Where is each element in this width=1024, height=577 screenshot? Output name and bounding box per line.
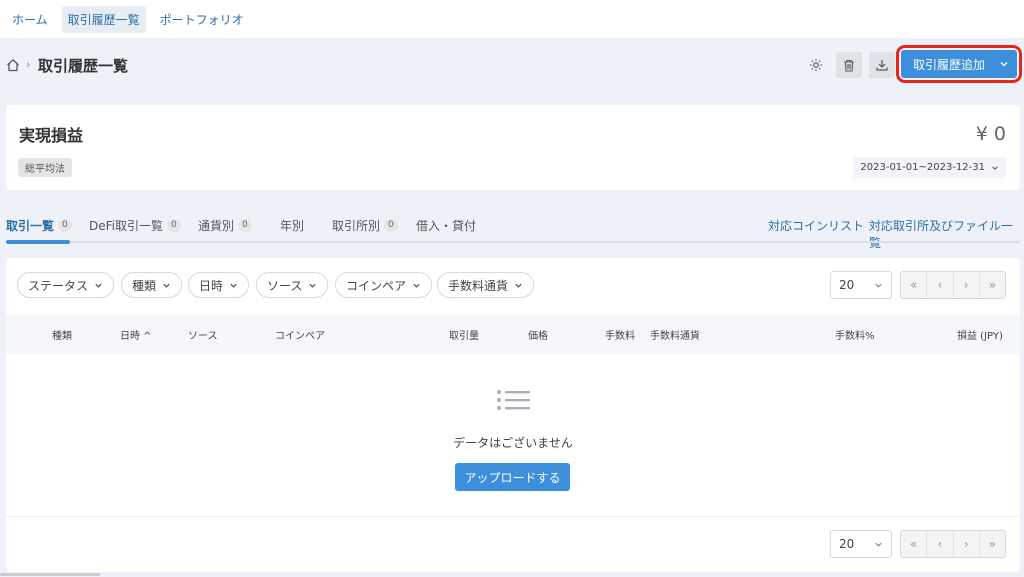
- filter-label: コインペア: [346, 278, 407, 293]
- tab-label: 通貨別: [198, 219, 235, 233]
- chevron-down-icon: [875, 283, 882, 288]
- pnl-title: 実現損益: [19, 126, 84, 145]
- supported-exchanges-link[interactable]: 対応取引所及びファイル一覧: [869, 217, 1024, 251]
- column-header-amount[interactable]: 取引量: [449, 327, 479, 342]
- realized-pnl-card: 実現損益 ¥ 0 総平均法 2023-01-01~2023-12-31: [6, 105, 1020, 190]
- chevron-down-icon: [992, 165, 998, 170]
- filter-status[interactable]: ステータス: [17, 272, 115, 298]
- prev-page-button[interactable]: ‹: [927, 272, 954, 298]
- filter-label: 手数料通貨: [448, 278, 509, 293]
- delete-button[interactable]: [836, 52, 862, 78]
- page-size-value: 20: [839, 278, 855, 292]
- empty-state-message: データはございません: [453, 436, 573, 450]
- add-button-highlight: 取引履歴追加: [896, 45, 1022, 83]
- first-page-button[interactable]: «: [901, 272, 928, 298]
- chevron-down-icon: [95, 283, 102, 288]
- next-page-button[interactable]: ›: [954, 531, 980, 557]
- column-header-pnl[interactable]: 損益 (JPY): [957, 327, 1003, 342]
- page-size-select-top[interactable]: 20: [830, 271, 892, 299]
- date-range-value: 2023-01-01~2023-12-31: [860, 162, 985, 173]
- next-page-button[interactable]: ›: [954, 272, 980, 298]
- page-size-select-bottom[interactable]: 20: [830, 530, 892, 558]
- nav-transaction-history[interactable]: 取引履歴一覧: [61, 5, 146, 33]
- first-page-button[interactable]: «: [901, 531, 928, 557]
- tab-label: 取引所別: [332, 219, 381, 233]
- column-header-source[interactable]: ソース: [188, 327, 218, 342]
- tab-defi-transactions[interactable]: DeFi取引一覧 0: [89, 217, 181, 234]
- page-title: 取引履歴一覧: [38, 57, 129, 75]
- chevron-down-icon: [230, 283, 237, 288]
- settings-button[interactable]: [805, 54, 827, 76]
- filter-label: 種類: [132, 278, 157, 293]
- top-nav: ホーム 取引履歴一覧 ポートフォリオ: [0, 0, 1024, 38]
- filter-label: ステータス: [28, 278, 89, 293]
- pagination-bottom: « ‹ › »: [900, 530, 1006, 558]
- chevron-down-icon[interactable]: [999, 59, 1009, 69]
- table-footer-divider: [6, 516, 1020, 517]
- tab-by-exchange[interactable]: 取引所別 0: [332, 217, 398, 234]
- tab-label: 取引一覧: [6, 219, 55, 233]
- horizontal-scrollbar[interactable]: [0, 573, 100, 576]
- tab-by-year[interactable]: 年別: [280, 217, 304, 234]
- pagination-top: « ‹ › »: [900, 271, 1006, 299]
- column-header-fee[interactable]: 手数料: [605, 327, 635, 342]
- list-icon: [497, 390, 530, 410]
- filter-fee-currency[interactable]: 手数料通貨: [437, 272, 535, 298]
- chevron-down-icon: [309, 283, 317, 288]
- tab-label: DeFi取引一覧: [89, 219, 163, 233]
- chevron-down-icon: [515, 283, 522, 288]
- tab-label: 借入・貸付: [416, 219, 477, 233]
- tab-lending-borrowing[interactable]: 借入・貸付: [416, 217, 476, 234]
- add-transaction-button[interactable]: 取引履歴追加: [901, 50, 1017, 78]
- transactions-table-card: ステータス 種類 日時 ソース コインペア 手数料通貨 20 « ‹ › » 種…: [6, 258, 1020, 572]
- column-header-coin-pair[interactable]: コインペア: [275, 327, 325, 342]
- chevron-down-icon: [163, 283, 170, 288]
- date-range-select[interactable]: 2023-01-01~2023-12-31: [853, 157, 1006, 178]
- add-transaction-label: 取引履歴追加: [913, 57, 986, 72]
- download-icon: [876, 60, 888, 71]
- tab-count-badge: 0: [167, 219, 181, 232]
- calculation-method-badge: 総平均法: [18, 158, 72, 177]
- tab-count-badge: 0: [384, 219, 398, 232]
- last-page-button[interactable]: »: [980, 531, 1005, 557]
- page-header: › 取引履歴一覧 取引履歴追加: [0, 38, 1024, 96]
- column-header-fee-currency[interactable]: 手数料通貨: [650, 327, 700, 342]
- tab-count-badge: 0: [58, 219, 72, 232]
- tab-by-currency[interactable]: 通貨別 0: [198, 217, 252, 234]
- column-header-fee-percent[interactable]: 手数料%: [835, 327, 875, 342]
- chevron-down-icon: [413, 283, 420, 288]
- filter-source[interactable]: ソース: [256, 272, 329, 298]
- column-header-type[interactable]: 種類: [52, 327, 72, 342]
- last-page-button[interactable]: »: [980, 272, 1005, 298]
- prev-page-button[interactable]: ‹: [927, 531, 954, 557]
- tab-bar: 取引一覧 0 DeFi取引一覧 0 通貨別 0 年別 取引所別 0 借入・貸付 …: [0, 210, 1024, 250]
- active-tab-indicator: [6, 240, 70, 244]
- tab-transactions[interactable]: 取引一覧 0: [6, 217, 72, 234]
- column-header-datetime[interactable]: 日時 ^: [120, 327, 152, 342]
- filter-datetime[interactable]: 日時: [188, 272, 250, 298]
- trash-icon: [844, 59, 854, 72]
- filter-type[interactable]: 種類: [121, 272, 183, 298]
- pnl-value: ¥ 0: [975, 123, 1006, 145]
- table-header: 種類 日時 ^ ソース コインペア 取引量 価格 手数料 手数料通貨 手数料% …: [6, 314, 1020, 354]
- filter-coin-pair[interactable]: コインペア: [335, 272, 433, 298]
- upload-button[interactable]: アップロードする: [455, 463, 570, 491]
- filter-label: 日時: [199, 278, 224, 293]
- nav-home[interactable]: ホーム: [6, 6, 54, 33]
- home-icon[interactable]: [6, 58, 20, 72]
- gear-icon: [810, 59, 822, 71]
- column-header-price[interactable]: 価格: [528, 327, 548, 342]
- filter-label: ソース: [267, 278, 303, 293]
- breadcrumb-separator-icon: ›: [26, 58, 31, 71]
- tab-divider: [6, 241, 1020, 243]
- page-size-value: 20: [839, 537, 855, 551]
- download-button[interactable]: [869, 52, 895, 78]
- nav-portfolio[interactable]: ポートフォリオ: [154, 6, 250, 33]
- tab-count-badge: 0: [238, 219, 252, 232]
- chevron-down-icon: [875, 542, 882, 547]
- tab-label: 年別: [280, 219, 305, 233]
- supported-coins-link[interactable]: 対応コインリスト: [768, 217, 864, 234]
